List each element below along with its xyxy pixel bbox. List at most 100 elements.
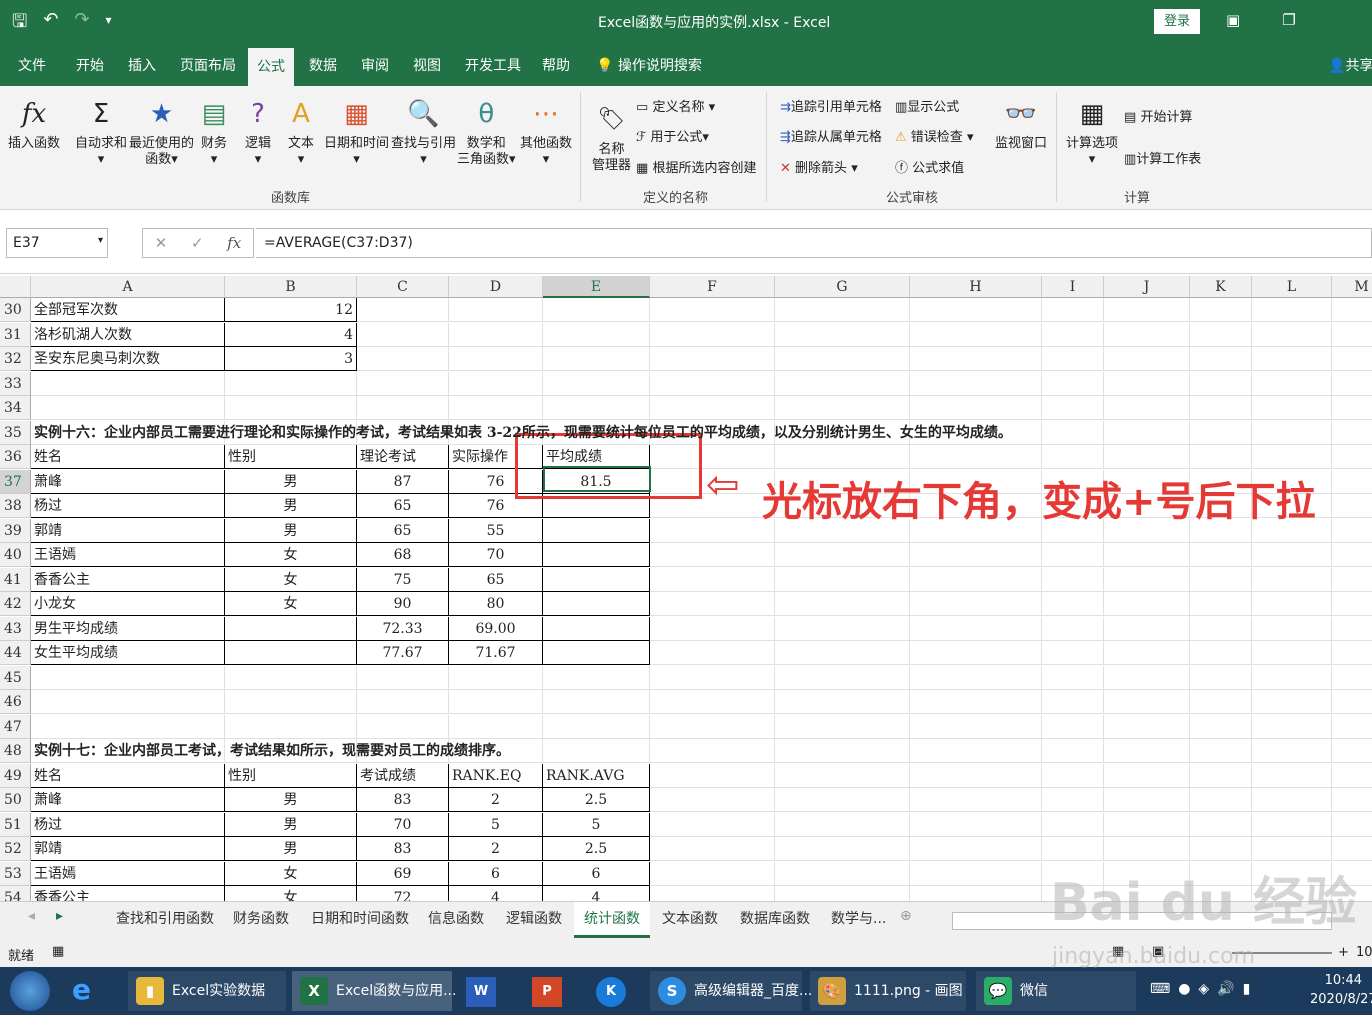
- more-functions-button[interactable]: ⋯ 其他函数 ▾: [520, 94, 572, 168]
- row-header[interactable]: 32: [0, 347, 31, 371]
- cell[interactable]: [650, 812, 775, 837]
- cell[interactable]: [1104, 690, 1190, 714]
- calculate-sheet-button[interactable]: ▥计算工作表: [1124, 148, 1201, 167]
- define-name-button[interactable]: ▭ 定义名称 ▾: [636, 96, 715, 115]
- cell[interactable]: [910, 371, 1042, 396]
- cell[interactable]: [775, 714, 910, 739]
- cell[interactable]: 小龙女: [31, 592, 225, 616]
- recently-used-button[interactable]: ★ 最近使用的 函数▾: [129, 94, 194, 168]
- cell[interactable]: 王语嫣: [31, 861, 225, 886]
- cell[interactable]: [31, 665, 225, 690]
- row-header[interactable]: 45: [0, 665, 31, 690]
- cell[interactable]: [1252, 714, 1332, 739]
- cell[interactable]: 香香公主: [31, 886, 225, 901]
- cell[interactable]: [357, 347, 449, 371]
- cell[interactable]: [1332, 445, 1372, 469]
- cell[interactable]: [1190, 420, 1252, 445]
- cell[interactable]: 女: [225, 861, 357, 886]
- cell[interactable]: [1104, 788, 1190, 812]
- row-header[interactable]: 39: [0, 518, 31, 543]
- tab-formulas[interactable]: 公式: [248, 48, 294, 86]
- cell[interactable]: 77.67: [357, 641, 449, 665]
- tab-view[interactable]: 视图: [413, 55, 441, 75]
- cell[interactable]: [1332, 617, 1372, 641]
- cell[interactable]: [1252, 567, 1332, 592]
- name-box[interactable]: E37 ▾: [6, 228, 108, 258]
- cell[interactable]: 12: [225, 298, 357, 322]
- cell[interactable]: [357, 690, 449, 714]
- cell[interactable]: [449, 347, 543, 371]
- cell[interactable]: 实例十七：企业内部员工考试，考试结果如所示，现需要对员工的成绩排序。: [31, 739, 510, 763]
- tab-data[interactable]: 数据: [309, 55, 337, 75]
- cell[interactable]: [650, 861, 775, 886]
- cell[interactable]: [543, 322, 650, 347]
- cell[interactable]: [543, 396, 650, 420]
- cell[interactable]: RANK.AVG: [543, 763, 650, 788]
- enter-icon[interactable]: ✓: [191, 234, 204, 252]
- cell[interactable]: [1042, 445, 1104, 469]
- cell[interactable]: [1190, 592, 1252, 616]
- cell[interactable]: [1252, 763, 1332, 788]
- cell[interactable]: 80: [449, 592, 543, 616]
- cell[interactable]: 男: [225, 788, 357, 812]
- cell[interactable]: 男生平均成绩: [31, 616, 225, 641]
- cell[interactable]: 83: [357, 837, 449, 861]
- cell[interactable]: [650, 690, 775, 714]
- sheet-tab[interactable]: 数据库函数: [740, 908, 810, 928]
- system-tray-icons[interactable]: ⌨●◈🔊▮: [1150, 981, 1258, 997]
- cell[interactable]: [650, 592, 775, 616]
- cell[interactable]: 4: [543, 886, 650, 901]
- taskbar-browser[interactable]: S 高级编辑器_百度...: [650, 971, 812, 1011]
- cell[interactable]: [449, 690, 543, 714]
- cell[interactable]: 性别: [225, 763, 357, 788]
- cell[interactable]: [775, 567, 910, 592]
- cell[interactable]: [1332, 837, 1372, 861]
- cell[interactable]: [1190, 665, 1252, 690]
- cell[interactable]: [650, 322, 775, 347]
- chevron-down-icon[interactable]: ▾: [98, 235, 103, 246]
- cell[interactable]: [1104, 665, 1190, 690]
- cell[interactable]: 全部冠军次数: [31, 298, 225, 322]
- cell[interactable]: [1104, 445, 1190, 469]
- tab-insert[interactable]: 插入: [128, 55, 156, 75]
- cell[interactable]: 萧峰: [31, 469, 225, 494]
- row-header[interactable]: 34: [0, 396, 31, 420]
- add-sheet-icon[interactable]: ⊕: [900, 908, 912, 924]
- taskbar-excel[interactable]: X Excel函数与应用...: [292, 971, 456, 1011]
- cell[interactable]: [543, 714, 650, 739]
- cell[interactable]: [650, 714, 775, 739]
- row-header[interactable]: 31: [0, 322, 31, 347]
- cell[interactable]: 杨过: [31, 494, 225, 518]
- cell[interactable]: [1190, 739, 1252, 763]
- cell[interactable]: [1332, 690, 1372, 714]
- trace-precedents-button[interactable]: ⇉追踪引用单元格: [780, 96, 882, 115]
- column-header[interactable]: L: [1252, 276, 1332, 298]
- cell[interactable]: [910, 543, 1042, 567]
- column-header[interactable]: F: [650, 276, 775, 298]
- cell[interactable]: 男: [225, 469, 357, 494]
- cell[interactable]: [1104, 763, 1190, 788]
- watch-window-button[interactable]: 👓 监视窗口: [995, 94, 1047, 152]
- cell[interactable]: [357, 714, 449, 739]
- cell[interactable]: [357, 298, 449, 322]
- column-header[interactable]: B: [225, 276, 357, 298]
- cell[interactable]: [1042, 420, 1104, 445]
- cell[interactable]: [1190, 641, 1252, 665]
- scroll-right-icon[interactable]: ▸: [56, 908, 63, 924]
- cell[interactable]: [910, 812, 1042, 837]
- tab-help[interactable]: 帮助: [542, 55, 570, 75]
- cell[interactable]: [543, 371, 650, 396]
- cell[interactable]: 圣安东尼奥马刺次数: [31, 347, 225, 371]
- cell[interactable]: [31, 371, 225, 396]
- cell[interactable]: 55: [449, 518, 543, 543]
- cell[interactable]: [910, 347, 1042, 371]
- cell[interactable]: [910, 861, 1042, 886]
- cell[interactable]: 71.67: [449, 641, 543, 665]
- sheet-tab[interactable]: 信息函数: [428, 908, 484, 928]
- tab-page-layout[interactable]: 页面布局: [180, 55, 236, 75]
- cell[interactable]: [910, 322, 1042, 347]
- cell[interactable]: [910, 886, 1042, 901]
- cell[interactable]: [650, 518, 775, 543]
- select-all-corner[interactable]: [0, 276, 31, 298]
- cell[interactable]: [775, 837, 910, 861]
